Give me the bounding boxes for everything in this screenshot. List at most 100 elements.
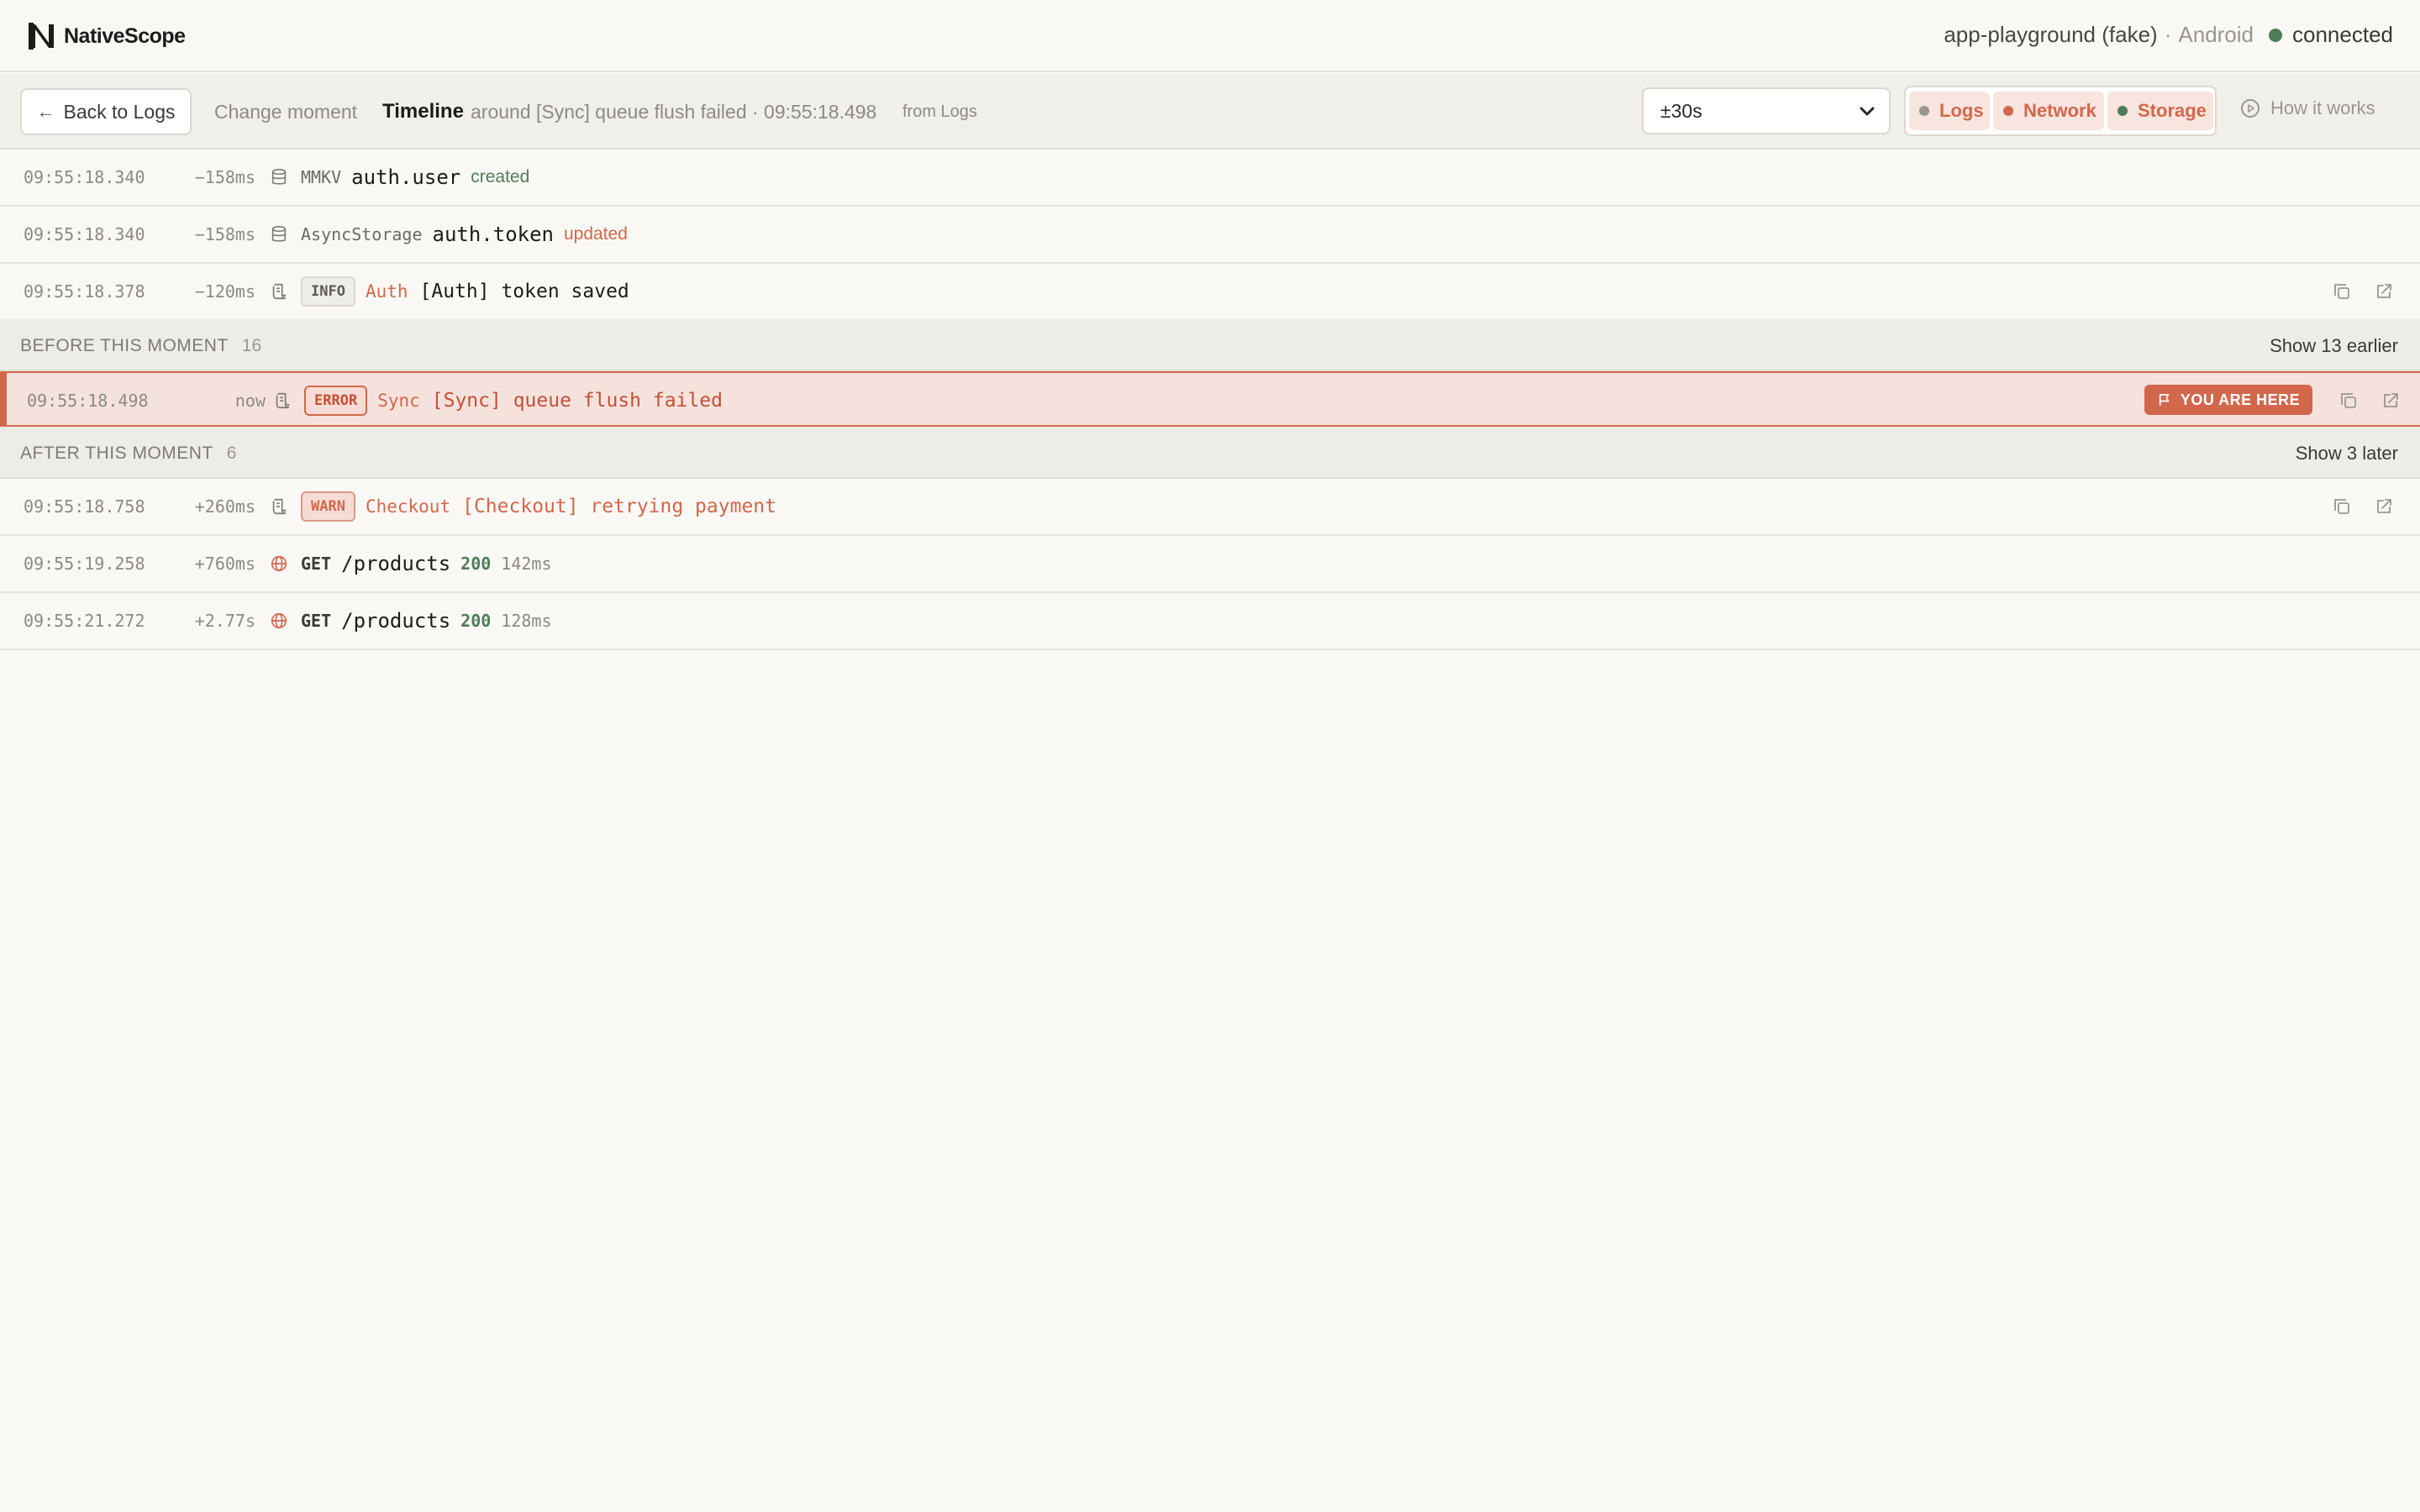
log-icon (267, 264, 291, 319)
change-moment-link[interactable]: Change moment (214, 101, 357, 123)
copy-icon[interactable] (2329, 494, 2354, 519)
status-code: 200 (460, 611, 492, 631)
timeline-row[interactable]: 09:55:18.340 −158ms MMKV auth.user creat… (0, 150, 2420, 207)
timeline-row[interactable]: 09:55:18.340 −158ms AsyncStorage auth.to… (0, 207, 2420, 264)
log-tag: Sync (377, 391, 420, 411)
timeline-source: from Logs (902, 102, 977, 121)
request-duration: 142ms (501, 554, 552, 574)
section-title: AFTER THIS MOMENT 6 (20, 444, 237, 463)
row-actions (2319, 373, 2403, 428)
top-bar: NativeScope app-playground (fake) · Andr… (0, 0, 2420, 72)
copy-icon[interactable] (2329, 279, 2354, 304)
database-icon (267, 207, 291, 262)
storage-key: auth.user (351, 165, 461, 189)
source-filters: Logs Network Storage (1904, 86, 2217, 136)
current-moment-row[interactable]: 09:55:18.498 now ERROR Sync [Sync] queue… (0, 371, 2420, 427)
level-badge: ERROR (304, 386, 368, 416)
flag-icon (2159, 394, 2170, 406)
network-event: GET /products 200 142ms (301, 536, 552, 591)
section-count: 6 (226, 444, 237, 463)
filter-network-chip[interactable]: Network (1993, 92, 2104, 130)
separator: · (2164, 22, 2172, 47)
platform-label: Android (2178, 22, 2254, 47)
row-delta: +260ms (194, 496, 255, 517)
row-delta: −158ms (194, 167, 255, 187)
filter-storage-chip[interactable]: Storage (2107, 92, 2213, 130)
timeline-row[interactable]: 09:55:18.378 −120ms INFO Auth [Auth] tok… (0, 264, 2420, 321)
filter-label: Logs (1939, 100, 1984, 121)
timeline-row[interactable]: 09:55:18.758 +260ms WARN Checkout [Check… (0, 479, 2420, 536)
storage-key: auth.token (432, 223, 555, 246)
level-badge: INFO (301, 276, 355, 307)
section-title: BEFORE THIS MOMENT 16 (20, 336, 262, 355)
storage-action: updated (564, 224, 628, 244)
filter-label: Storage (2138, 100, 2207, 121)
filter-label: Network (2023, 100, 2096, 121)
storage-event: AsyncStorage auth.token updated (301, 207, 628, 262)
row-delta: +760ms (194, 554, 255, 574)
level-badge: WARN (301, 491, 355, 522)
storage-event: MMKV auth.user created (301, 150, 529, 205)
how-it-works-label: How it works (2270, 97, 2375, 118)
app-id: app-playground (fake) (1944, 22, 2158, 47)
log-message: [Auth] token saved (419, 281, 629, 302)
external-link-icon[interactable] (2371, 279, 2396, 304)
log-event: WARN Checkout [Checkout] retrying paymen… (301, 479, 776, 534)
timeline-row[interactable]: 09:55:19.258 +760ms GET /products 200 14… (0, 536, 2420, 593)
row-actions (2312, 264, 2396, 319)
status-dot-icon (2269, 28, 2283, 42)
request-duration: 128ms (501, 611, 552, 631)
storage-name: AsyncStorage (301, 224, 423, 244)
log-icon (271, 373, 294, 428)
time-range-select[interactable]: ±30s (1642, 87, 1891, 134)
dot-icon (2118, 106, 2128, 116)
how-it-works-button[interactable]: How it works (2240, 97, 2375, 119)
logo: NativeScope (27, 21, 186, 51)
chevron-down-icon (1860, 107, 1875, 116)
log-icon (267, 479, 291, 534)
external-link-icon[interactable] (2378, 388, 2403, 413)
timeline-toolbar: ← Back to Logs Change moment Timeline ar… (0, 74, 2420, 150)
filter-logs-chip[interactable]: Logs (1909, 92, 1990, 130)
show-earlier-button[interactable]: Show 13 earlier (2270, 335, 2398, 357)
section-count: 16 (241, 336, 262, 355)
http-method: GET (301, 554, 332, 574)
dot-icon (2003, 106, 2013, 116)
connection-info: app-playground (fake) · Android connecte… (1944, 22, 2393, 48)
row-delta: −120ms (194, 281, 255, 302)
globe-icon (267, 593, 291, 648)
storage-action: created (471, 167, 530, 186)
external-link-icon[interactable] (2371, 494, 2396, 519)
dot-icon (1919, 106, 1929, 116)
row-actions (2312, 479, 2396, 534)
network-event: GET /products 200 128ms (301, 593, 552, 648)
time-range-value: ±30s (1660, 99, 1702, 122)
you-are-here-badge: YOU ARE HERE (2144, 385, 2312, 415)
http-method: GET (301, 611, 332, 631)
row-delta: +2.77s (194, 611, 255, 631)
back-to-logs-button[interactable]: ← Back to Logs (20, 88, 192, 135)
section-after-header: AFTER THIS MOMENT 6 Show 3 later (0, 427, 2420, 479)
request-path: /products (341, 552, 451, 575)
log-tag: Auth (365, 281, 408, 302)
you-are-here-label: YOU ARE HERE (2180, 391, 2301, 408)
app-name: NativeScope (64, 24, 186, 48)
log-event: ERROR Sync [Sync] queue flush failed (304, 373, 723, 428)
arrow-left-icon: ← (36, 101, 55, 122)
log-message: [Sync] queue flush failed (431, 390, 723, 412)
copy-icon[interactable] (2336, 388, 2361, 413)
nativescope-logo-icon (29, 23, 54, 50)
row-delta: now (234, 391, 266, 411)
timeline-row[interactable]: 09:55:21.272 +2.77s GET /products 200 12… (0, 593, 2420, 650)
play-circle-icon (2241, 99, 2260, 118)
section-before-header: BEFORE THIS MOMENT 16 Show 13 earlier (0, 319, 2420, 371)
page-title: Timeline (382, 100, 464, 123)
request-path: /products (341, 609, 451, 633)
log-tag: Checkout (365, 496, 451, 517)
status-code: 200 (460, 554, 492, 574)
log-message: [Checkout] retrying payment (462, 496, 776, 517)
globe-icon (267, 536, 291, 591)
show-later-button[interactable]: Show 3 later (2296, 443, 2398, 465)
back-button-label: Back to Logs (63, 100, 176, 123)
row-delta: −158ms (194, 224, 255, 244)
